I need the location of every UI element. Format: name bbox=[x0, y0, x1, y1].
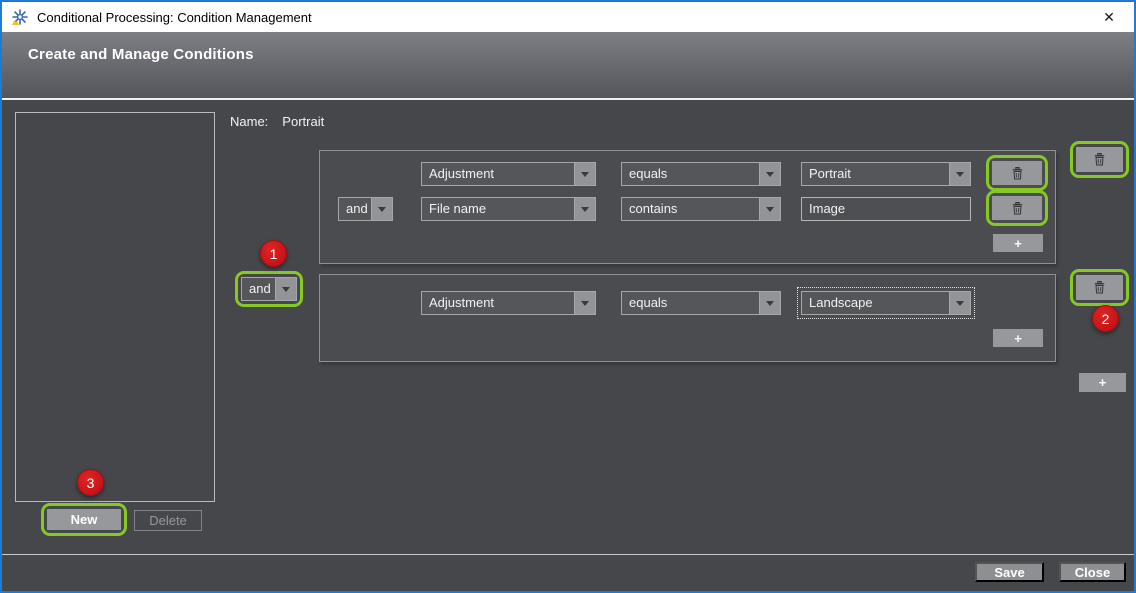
close-icon[interactable]: ✕ bbox=[1092, 3, 1126, 31]
value-dropdown[interactable]: Portrait bbox=[801, 162, 971, 186]
delete-group-1-button[interactable] bbox=[1076, 147, 1123, 172]
title-bar: Conditional Processing: Condition Manage… bbox=[2, 2, 1134, 32]
operator-dropdown-value: equals bbox=[622, 163, 759, 185]
field-dropdown-value: File name bbox=[422, 198, 574, 220]
highlight-ring bbox=[1070, 141, 1129, 178]
trash-icon bbox=[1094, 153, 1105, 166]
highlight-ring: New bbox=[41, 503, 127, 536]
chevron-down-icon[interactable] bbox=[371, 198, 392, 220]
chevron-down-icon[interactable] bbox=[759, 198, 780, 220]
highlight-ring: and bbox=[235, 271, 303, 307]
condition-group-2: Adjustment equals Landscape + bbox=[319, 274, 1056, 362]
callout-badge-3: 3 bbox=[77, 469, 104, 496]
chevron-down-icon[interactable] bbox=[574, 163, 595, 185]
callout-badge-2: 2 bbox=[1092, 305, 1119, 332]
field-dropdown-value: Adjustment bbox=[422, 163, 574, 185]
chevron-down-icon[interactable] bbox=[949, 292, 970, 314]
delete-condition-button[interactable]: Delete bbox=[134, 510, 202, 531]
conditions-list[interactable] bbox=[15, 112, 215, 502]
value-dropdown-value: Landscape bbox=[802, 292, 949, 314]
operator-dropdown[interactable]: equals bbox=[621, 291, 781, 315]
add-row-button[interactable]: + bbox=[993, 329, 1043, 347]
operator-dropdown[interactable]: contains bbox=[621, 197, 781, 221]
chevron-down-icon[interactable] bbox=[759, 292, 780, 314]
chevron-down-icon[interactable] bbox=[275, 278, 296, 300]
window-title: Conditional Processing: Condition Manage… bbox=[37, 10, 312, 25]
chevron-down-icon[interactable] bbox=[574, 292, 595, 314]
delete-row-button[interactable] bbox=[992, 196, 1042, 220]
add-group-button[interactable]: + bbox=[1079, 373, 1126, 392]
field-dropdown[interactable]: Adjustment bbox=[421, 162, 596, 186]
chevron-down-icon[interactable] bbox=[949, 163, 970, 185]
trash-icon bbox=[1012, 202, 1023, 215]
trash-icon bbox=[1094, 281, 1105, 294]
group-join-dropdown-value: and bbox=[242, 278, 275, 300]
footer-divider bbox=[2, 554, 1134, 555]
operator-dropdown-value: equals bbox=[622, 292, 759, 314]
gear-flower-icon bbox=[11, 8, 29, 26]
main-content: Name: Portrait Adjustment equals Portrait bbox=[2, 100, 1134, 591]
field-dropdown-value: Adjustment bbox=[422, 292, 574, 314]
value-dropdown-value: Portrait bbox=[802, 163, 949, 185]
group-join-dropdown[interactable]: and bbox=[241, 277, 297, 301]
highlight-ring bbox=[986, 190, 1048, 226]
name-label: Name: bbox=[230, 114, 268, 129]
field-dropdown[interactable]: File name bbox=[421, 197, 596, 221]
dialog-window: Conditional Processing: Condition Manage… bbox=[0, 0, 1136, 593]
delete-row-button[interactable] bbox=[992, 161, 1042, 185]
name-value: Portrait bbox=[282, 114, 324, 129]
new-condition-button[interactable]: New bbox=[47, 509, 121, 530]
add-row-button[interactable]: + bbox=[993, 234, 1043, 252]
value-input[interactable]: Image bbox=[801, 197, 971, 221]
operator-dropdown-value: contains bbox=[622, 198, 759, 220]
join-dropdown-value: and bbox=[339, 198, 371, 220]
operator-dropdown[interactable]: equals bbox=[621, 162, 781, 186]
save-button[interactable]: Save bbox=[975, 562, 1044, 582]
highlight-ring bbox=[1070, 269, 1129, 306]
page-header: Create and Manage Conditions bbox=[2, 32, 1134, 100]
field-dropdown[interactable]: Adjustment bbox=[421, 291, 596, 315]
chevron-down-icon[interactable] bbox=[574, 198, 595, 220]
chevron-down-icon[interactable] bbox=[759, 163, 780, 185]
highlight-ring bbox=[986, 155, 1048, 191]
close-button[interactable]: Close bbox=[1059, 562, 1126, 582]
delete-group-2-button[interactable] bbox=[1076, 275, 1123, 300]
join-dropdown[interactable]: and bbox=[338, 197, 393, 221]
value-dropdown-focused[interactable]: Landscape bbox=[801, 291, 971, 315]
callout-badge-1: 1 bbox=[260, 240, 287, 267]
name-row: Name: Portrait bbox=[230, 114, 324, 129]
page-title: Create and Manage Conditions bbox=[28, 46, 254, 63]
trash-icon bbox=[1012, 167, 1023, 180]
condition-group-1: Adjustment equals Portrait bbox=[319, 150, 1056, 264]
